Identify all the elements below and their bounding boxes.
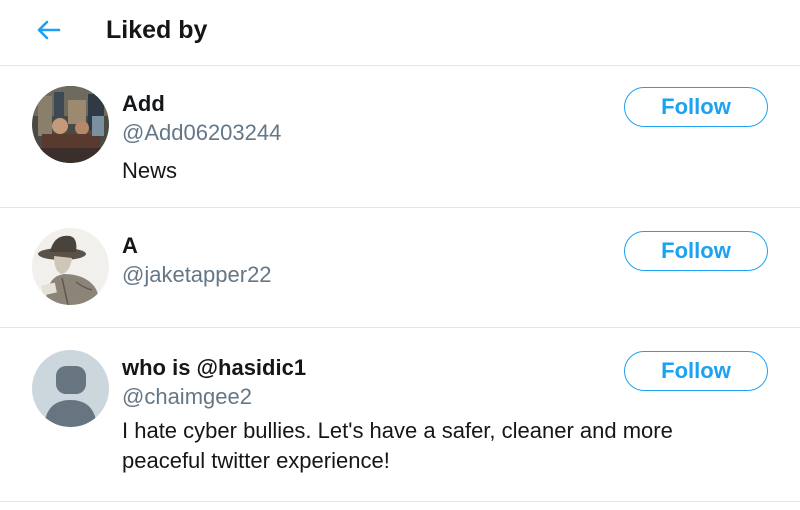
user-row[interactable]: A @jaketapper22 Follow bbox=[0, 208, 800, 328]
user-info: A @jaketapper22 bbox=[122, 232, 622, 290]
default-avatar-icon bbox=[32, 350, 109, 427]
photo-avatar-image bbox=[32, 86, 109, 163]
top-bar: Liked by bbox=[0, 0, 800, 66]
user-info: Add @Add06203244 News bbox=[122, 90, 622, 186]
display-name[interactable]: Add bbox=[122, 90, 622, 118]
back-button[interactable] bbox=[28, 14, 68, 46]
display-name[interactable]: A bbox=[122, 232, 622, 260]
user-handle: @jaketapper22 bbox=[122, 262, 272, 287]
user-info: who is @hasidic1 @chaimgee2 I hate cyber… bbox=[122, 354, 673, 476]
avatar[interactable] bbox=[32, 86, 109, 163]
avatar[interactable] bbox=[32, 228, 109, 305]
user-row[interactable]: who is @hasidic1 @chaimgee2 I hate cyber… bbox=[0, 328, 800, 502]
back-arrow-icon bbox=[37, 20, 61, 40]
follow-button[interactable]: Follow bbox=[624, 87, 768, 127]
user-handle: @chaimgee2 bbox=[122, 384, 252, 409]
liked-by-list: Add @Add06203244 News Follow A @jaketapp… bbox=[0, 66, 800, 502]
sketch-avatar-image bbox=[32, 228, 109, 305]
display-name[interactable]: who is @hasidic1 bbox=[122, 354, 622, 382]
avatar[interactable] bbox=[32, 350, 109, 427]
follow-button[interactable]: Follow bbox=[624, 231, 768, 271]
user-row[interactable]: Add @Add06203244 News Follow bbox=[0, 66, 800, 208]
user-handle: @Add06203244 bbox=[122, 120, 282, 145]
user-bio: I hate cyber bullies. Let's have a safer… bbox=[122, 418, 673, 473]
user-bio: News bbox=[122, 158, 178, 183]
follow-button[interactable]: Follow bbox=[624, 351, 768, 391]
page-title: Liked by bbox=[106, 16, 208, 44]
